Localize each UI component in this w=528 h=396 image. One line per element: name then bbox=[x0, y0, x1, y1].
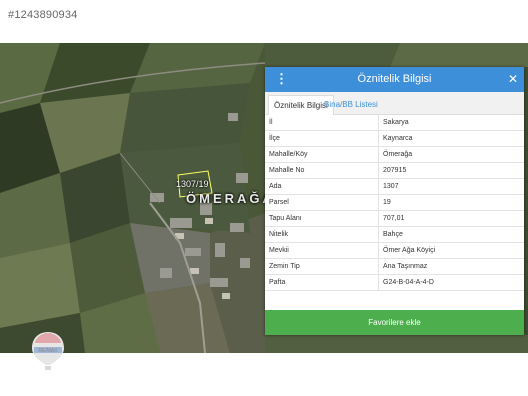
attribute-table: İl Sakarya İlçe Kaynarca Mahalle/Köy Ömerağa M… bbox=[265, 115, 524, 291]
listing-id: #1243890934 bbox=[8, 9, 78, 21]
attribute-panel: ⋮ Öznitelik Bilgisi ✕ Öznitelik Bilgisi … bbox=[265, 67, 524, 335]
attribute-value: Sakarya bbox=[378, 115, 524, 131]
table-row: İl Sakarya bbox=[265, 115, 524, 131]
attribute-value: Ömer Ağa Köyiçi bbox=[378, 242, 524, 259]
table-row: Parsel 19 bbox=[265, 194, 524, 211]
attribute-value: Kaynarca bbox=[378, 130, 524, 147]
attribute-key: Nitelik bbox=[265, 226, 379, 243]
panel-tabs: Öznitelik Bilgisi Bina/BB Listesi bbox=[265, 92, 524, 115]
attribute-key: Mahalle/Köy bbox=[265, 146, 379, 163]
attribute-key: İlçe bbox=[265, 130, 379, 147]
attribute-value: Bahçe bbox=[378, 226, 524, 243]
attribute-value: 207915 bbox=[378, 162, 524, 179]
table-row: Zemin Tip Ana Taşınmaz bbox=[265, 258, 524, 275]
village-label: ÖMERAĞA bbox=[186, 191, 275, 206]
attribute-key: Mahalle No bbox=[265, 162, 379, 179]
table-row: Ada 1307 bbox=[265, 178, 524, 195]
panel-header: ⋮ Öznitelik Bilgisi ✕ bbox=[265, 67, 524, 92]
attribute-key: Pafta bbox=[265, 274, 379, 291]
attribute-value: 1307 bbox=[378, 178, 524, 195]
table-row: Nitelik Bahçe bbox=[265, 226, 524, 243]
attribute-key: Parsel bbox=[265, 194, 379, 211]
attribute-value: Ömerağa bbox=[378, 146, 524, 163]
close-icon[interactable]: ✕ bbox=[508, 72, 518, 86]
attribute-key: Mevkii bbox=[265, 242, 379, 259]
attribute-value: 707,01 bbox=[378, 210, 524, 227]
table-row: Tapu Alanı 707,01 bbox=[265, 210, 524, 227]
attribute-key: Tapu Alanı bbox=[265, 210, 379, 227]
panel-title: Öznitelik Bilgisi bbox=[357, 73, 432, 85]
table-row: Mahalle/Köy Ömerağa bbox=[265, 146, 524, 163]
attribute-value: 19 bbox=[378, 194, 524, 211]
parcel-label: 1307/19 bbox=[176, 179, 209, 189]
attribute-value: Ana Taşınmaz bbox=[378, 258, 524, 275]
table-row: İlçe Kaynarca bbox=[265, 130, 524, 147]
table-row: Mahalle No 207915 bbox=[265, 162, 524, 179]
attribute-key: Zemin Tip bbox=[265, 258, 379, 275]
logo-text: RE/MAX bbox=[38, 348, 58, 354]
attribute-key: İl bbox=[265, 115, 379, 131]
table-row: Pafta G24-B-04-A-4-D bbox=[265, 274, 524, 291]
add-to-favorites-button[interactable]: Favorilere ekle bbox=[265, 310, 524, 335]
attribute-value: G24-B-04-A-4-D bbox=[378, 274, 524, 291]
remax-balloon-logo: RE/MAX bbox=[32, 332, 64, 370]
attribute-key: Ada bbox=[265, 178, 379, 195]
table-row: Mevkii Ömer Ağa Köyiçi bbox=[265, 242, 524, 259]
tab-building-list[interactable]: Bina/BB Listesi bbox=[319, 95, 383, 114]
